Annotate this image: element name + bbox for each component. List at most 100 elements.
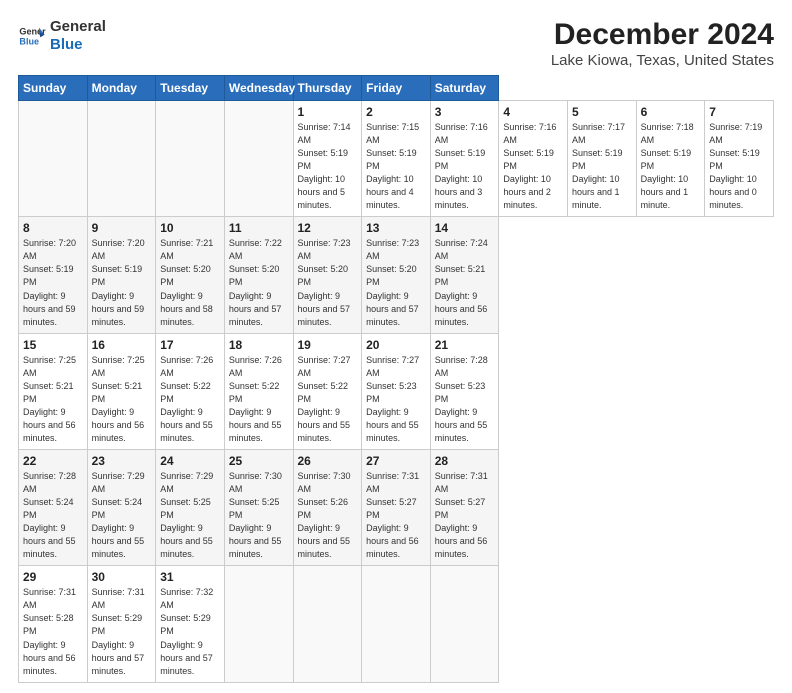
calendar-cell-w3-d0: 22 Sunrise: 7:28 AM Sunset: 5:24 PM Dayl…: [19, 449, 88, 565]
day-detail: Sunrise: 7:14 AM Sunset: 5:19 PM Dayligh…: [298, 121, 358, 212]
day-detail: Sunrise: 7:22 AM Sunset: 5:20 PM Dayligh…: [229, 237, 289, 328]
calendar-cell-w4-d4: [293, 566, 362, 682]
calendar-cell-w0-d0: [19, 101, 88, 217]
week-row-2: 15 Sunrise: 7:25 AM Sunset: 5:21 PM Dayl…: [19, 333, 774, 449]
day-number: 16: [92, 338, 152, 352]
day-number: 2: [366, 105, 426, 119]
day-detail: Sunrise: 7:20 AM Sunset: 5:19 PM Dayligh…: [23, 237, 83, 328]
calendar-cell-w2-d6: 21 Sunrise: 7:28 AM Sunset: 5:23 PM Dayl…: [430, 333, 499, 449]
day-number: 8: [23, 221, 83, 235]
day-number: 28: [435, 454, 495, 468]
calendar-container: General Blue General Blue December 2024 …: [0, 0, 792, 693]
day-detail: Sunrise: 7:15 AM Sunset: 5:19 PM Dayligh…: [366, 121, 426, 212]
calendar-cell-w1-d6: 14 Sunrise: 7:24 AM Sunset: 5:21 PM Dayl…: [430, 217, 499, 333]
day-detail: Sunrise: 7:29 AM Sunset: 5:25 PM Dayligh…: [160, 470, 220, 561]
header: General Blue General Blue December 2024 …: [18, 18, 774, 69]
calendar-cell-w1-d1: 9 Sunrise: 7:20 AM Sunset: 5:19 PM Dayli…: [87, 217, 156, 333]
calendar-cell-w0-d10: 7 Sunrise: 7:19 AM Sunset: 5:19 PM Dayli…: [705, 101, 774, 217]
calendar-cell-w3-d4: 26 Sunrise: 7:30 AM Sunset: 5:26 PM Dayl…: [293, 449, 362, 565]
day-number: 25: [229, 454, 289, 468]
col-saturday: Saturday: [430, 76, 499, 101]
calendar-cell-w2-d0: 15 Sunrise: 7:25 AM Sunset: 5:21 PM Dayl…: [19, 333, 88, 449]
col-sunday: Sunday: [19, 76, 88, 101]
day-number: 26: [298, 454, 358, 468]
day-detail: Sunrise: 7:18 AM Sunset: 5:19 PM Dayligh…: [641, 121, 701, 212]
calendar-cell-w4-d2: 31 Sunrise: 7:32 AM Sunset: 5:29 PM Dayl…: [156, 566, 225, 682]
calendar-cell-w4-d3: [224, 566, 293, 682]
calendar-cell-w0-d7: 4 Sunrise: 7:16 AM Sunset: 5:19 PM Dayli…: [499, 101, 568, 217]
day-number: 9: [92, 221, 152, 235]
day-detail: Sunrise: 7:27 AM Sunset: 5:22 PM Dayligh…: [298, 354, 358, 445]
day-detail: Sunrise: 7:30 AM Sunset: 5:25 PM Dayligh…: [229, 470, 289, 561]
day-detail: Sunrise: 7:26 AM Sunset: 5:22 PM Dayligh…: [160, 354, 220, 445]
calendar-cell-w3-d5: 27 Sunrise: 7:31 AM Sunset: 5:27 PM Dayl…: [362, 449, 431, 565]
day-detail: Sunrise: 7:16 AM Sunset: 5:19 PM Dayligh…: [435, 121, 495, 212]
calendar-cell-w1-d4: 12 Sunrise: 7:23 AM Sunset: 5:20 PM Dayl…: [293, 217, 362, 333]
day-detail: Sunrise: 7:25 AM Sunset: 5:21 PM Dayligh…: [23, 354, 83, 445]
day-number: 3: [435, 105, 495, 119]
svg-text:Blue: Blue: [19, 36, 39, 46]
calendar-cell-w2-d2: 17 Sunrise: 7:26 AM Sunset: 5:22 PM Dayl…: [156, 333, 225, 449]
day-number: 1: [298, 105, 358, 119]
day-detail: Sunrise: 7:31 AM Sunset: 5:28 PM Dayligh…: [23, 586, 83, 677]
day-detail: Sunrise: 7:28 AM Sunset: 5:24 PM Dayligh…: [23, 470, 83, 561]
day-number: 23: [92, 454, 152, 468]
day-number: 19: [298, 338, 358, 352]
day-detail: Sunrise: 7:23 AM Sunset: 5:20 PM Dayligh…: [366, 237, 426, 328]
calendar-cell-w0-d4: 1 Sunrise: 7:14 AM Sunset: 5:19 PM Dayli…: [293, 101, 362, 217]
day-detail: Sunrise: 7:31 AM Sunset: 5:27 PM Dayligh…: [366, 470, 426, 561]
col-wednesday: Wednesday: [224, 76, 293, 101]
calendar-table: Sunday Monday Tuesday Wednesday Thursday…: [18, 75, 774, 683]
day-number: 6: [641, 105, 701, 119]
day-number: 13: [366, 221, 426, 235]
calendar-cell-w2-d4: 19 Sunrise: 7:27 AM Sunset: 5:22 PM Dayl…: [293, 333, 362, 449]
day-number: 29: [23, 570, 83, 584]
day-detail: Sunrise: 7:20 AM Sunset: 5:19 PM Dayligh…: [92, 237, 152, 328]
calendar-header-row: Sunday Monday Tuesday Wednesday Thursday…: [19, 76, 774, 101]
day-number: 11: [229, 221, 289, 235]
day-number: 17: [160, 338, 220, 352]
week-row-0: 1 Sunrise: 7:14 AM Sunset: 5:19 PM Dayli…: [19, 101, 774, 217]
day-number: 18: [229, 338, 289, 352]
calendar-cell-w3-d2: 24 Sunrise: 7:29 AM Sunset: 5:25 PM Dayl…: [156, 449, 225, 565]
day-detail: Sunrise: 7:27 AM Sunset: 5:23 PM Dayligh…: [366, 354, 426, 445]
calendar-cell-w4-d0: 29 Sunrise: 7:31 AM Sunset: 5:28 PM Dayl…: [19, 566, 88, 682]
day-number: 14: [435, 221, 495, 235]
day-detail: Sunrise: 7:26 AM Sunset: 5:22 PM Dayligh…: [229, 354, 289, 445]
calendar-cell-w3-d1: 23 Sunrise: 7:29 AM Sunset: 5:24 PM Dayl…: [87, 449, 156, 565]
logo-icon: General Blue: [18, 22, 46, 50]
logo: General Blue General Blue: [18, 18, 106, 54]
calendar-cell-w4-d1: 30 Sunrise: 7:31 AM Sunset: 5:29 PM Dayl…: [87, 566, 156, 682]
calendar-cell-w0-d8: 5 Sunrise: 7:17 AM Sunset: 5:19 PM Dayli…: [568, 101, 637, 217]
calendar-cell-w1-d2: 10 Sunrise: 7:21 AM Sunset: 5:20 PM Dayl…: [156, 217, 225, 333]
day-number: 31: [160, 570, 220, 584]
day-number: 12: [298, 221, 358, 235]
day-detail: Sunrise: 7:24 AM Sunset: 5:21 PM Dayligh…: [435, 237, 495, 328]
day-number: 30: [92, 570, 152, 584]
day-detail: Sunrise: 7:31 AM Sunset: 5:27 PM Dayligh…: [435, 470, 495, 561]
day-number: 7: [709, 105, 769, 119]
day-number: 4: [503, 105, 563, 119]
week-row-4: 29 Sunrise: 7:31 AM Sunset: 5:28 PM Dayl…: [19, 566, 774, 682]
calendar-cell-w3-d6: 28 Sunrise: 7:31 AM Sunset: 5:27 PM Dayl…: [430, 449, 499, 565]
calendar-cell-w0-d6: 3 Sunrise: 7:16 AM Sunset: 5:19 PM Dayli…: [430, 101, 499, 217]
day-detail: Sunrise: 7:28 AM Sunset: 5:23 PM Dayligh…: [435, 354, 495, 445]
week-row-1: 8 Sunrise: 7:20 AM Sunset: 5:19 PM Dayli…: [19, 217, 774, 333]
calendar-cell-w2-d1: 16 Sunrise: 7:25 AM Sunset: 5:21 PM Dayl…: [87, 333, 156, 449]
day-detail: Sunrise: 7:30 AM Sunset: 5:26 PM Dayligh…: [298, 470, 358, 561]
day-number: 24: [160, 454, 220, 468]
calendar-cell-w2-d5: 20 Sunrise: 7:27 AM Sunset: 5:23 PM Dayl…: [362, 333, 431, 449]
day-detail: Sunrise: 7:21 AM Sunset: 5:20 PM Dayligh…: [160, 237, 220, 328]
day-detail: Sunrise: 7:25 AM Sunset: 5:21 PM Dayligh…: [92, 354, 152, 445]
col-thursday: Thursday: [293, 76, 362, 101]
calendar-cell-w0-d2: [156, 101, 225, 217]
day-number: 27: [366, 454, 426, 468]
day-detail: Sunrise: 7:16 AM Sunset: 5:19 PM Dayligh…: [503, 121, 563, 212]
calendar-cell-w0-d5: 2 Sunrise: 7:15 AM Sunset: 5:19 PM Dayli…: [362, 101, 431, 217]
day-number: 15: [23, 338, 83, 352]
day-number: 20: [366, 338, 426, 352]
logo-text-general: General: [50, 18, 106, 36]
calendar-cell-w1-d0: 8 Sunrise: 7:20 AM Sunset: 5:19 PM Dayli…: [19, 217, 88, 333]
col-friday: Friday: [362, 76, 431, 101]
calendar-cell-w0-d1: [87, 101, 156, 217]
